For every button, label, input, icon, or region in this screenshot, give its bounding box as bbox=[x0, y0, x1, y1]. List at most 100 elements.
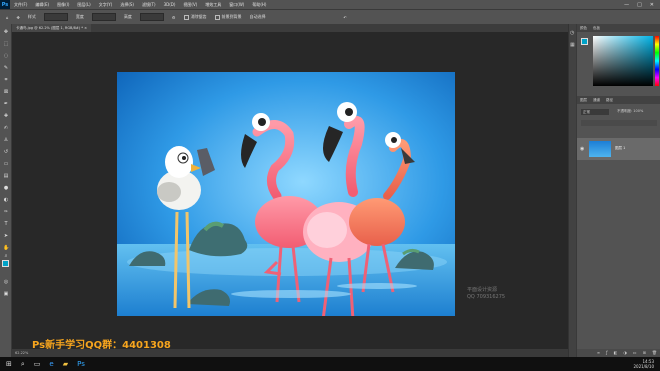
maximize-button[interactable]: □ bbox=[637, 2, 642, 8]
menu-plugins[interactable]: 增效工具 bbox=[205, 2, 221, 8]
layer-thumbnail bbox=[589, 141, 611, 157]
layer-row[interactable]: ◉ 图层 1 bbox=[577, 138, 660, 160]
zoom-icon[interactable]: ⌕ bbox=[3, 254, 9, 259]
start-button[interactable]: ⊞ bbox=[6, 360, 12, 368]
menu-window[interactable]: 窗口(W) bbox=[229, 2, 244, 8]
zoom-level[interactable]: 62.22% bbox=[15, 351, 28, 355]
menu-help[interactable]: 帮助(H) bbox=[252, 2, 266, 8]
color-panel-tabs: 颜色 色板 bbox=[577, 24, 660, 32]
folder-icon[interactable]: ▭ bbox=[633, 349, 637, 357]
option-height-label: 高度 bbox=[123, 14, 132, 19]
fx-icon[interactable]: ƒ bbox=[606, 349, 607, 357]
color-panel-foreground[interactable] bbox=[581, 38, 588, 45]
menu-image[interactable]: 图像(I) bbox=[57, 2, 69, 8]
quick-mask-icon[interactable]: ◎ bbox=[3, 280, 9, 285]
dodge-icon[interactable]: ◐ bbox=[3, 198, 9, 203]
windows-taskbar: ⊞ ⌕ ▭ e ▰ Ps 14:53 2021/8/10 bbox=[0, 357, 660, 371]
option-mode-select[interactable] bbox=[43, 13, 68, 21]
pen-icon[interactable]: ✑ bbox=[3, 210, 9, 215]
photoshop-logo: Ps bbox=[0, 0, 10, 9]
menu-select[interactable]: 选择(S) bbox=[120, 2, 134, 8]
mask-icon[interactable]: ◧ bbox=[614, 349, 618, 357]
stamp-icon[interactable]: ♙ bbox=[3, 138, 9, 143]
folder-icon[interactable]: ▰ bbox=[63, 360, 68, 368]
adjustment-icon[interactable]: ◑ bbox=[623, 349, 627, 357]
menu-view[interactable]: 视图(V) bbox=[183, 2, 197, 8]
photoshop-taskbar-icon[interactable]: Ps bbox=[77, 360, 85, 368]
screen-mode-icon[interactable]: ▣ bbox=[3, 292, 9, 297]
status-bar: 62.22% bbox=[12, 349, 568, 357]
watermark-line-2: QQ 709316275 bbox=[467, 294, 506, 300]
option-width-input[interactable] bbox=[91, 13, 116, 21]
tools-panel: ✥ ⬚ ◌ ✎ ⌗ ⊠ ✒ ✚ ✍ ♙ ↺ ▭ ▤ ● ◐ ✑ T ➤ ✋ ⌕ … bbox=[0, 24, 12, 357]
quick-select-icon[interactable]: ✎ bbox=[3, 66, 9, 71]
move-tool-icon[interactable]: ✥ bbox=[17, 15, 20, 20]
tab-swatches[interactable]: 色板 bbox=[593, 24, 600, 32]
option-height-input[interactable] bbox=[139, 13, 164, 21]
hand-icon[interactable]: ✋ bbox=[3, 246, 9, 251]
layers-panel-tabs: 图层 通道 路径 bbox=[577, 96, 660, 104]
menu-layer[interactable]: 图层(L) bbox=[77, 2, 90, 8]
frame-icon[interactable]: ⊠ bbox=[3, 90, 9, 95]
watermark: 平面设计资源 QQ 709316275 bbox=[467, 287, 505, 301]
brush-icon[interactable]: ✍ bbox=[3, 126, 9, 131]
opacity-control[interactable]: 不透明度: 100% bbox=[617, 109, 643, 114]
history-brush-icon[interactable]: ↺ bbox=[3, 150, 9, 155]
gradient-icon[interactable]: ▤ bbox=[3, 174, 9, 179]
link-icon[interactable]: ∞ bbox=[597, 349, 600, 357]
eyedropper-icon[interactable]: ✒ bbox=[3, 102, 9, 107]
undo-icon[interactable]: ↶ bbox=[344, 15, 347, 20]
tab-layers[interactable]: 图层 bbox=[580, 96, 587, 104]
blur-icon[interactable]: ● bbox=[3, 186, 9, 191]
collapsed-panel-dock: ◷ ▦ bbox=[568, 24, 576, 357]
menu-bar: Ps 文件(F) 编辑(E) 图像(I) 图层(L) 文字(Y) 选择(S) 滤… bbox=[0, 0, 660, 9]
watermark-line-1: 平面设计资源 bbox=[467, 287, 498, 293]
trash-icon[interactable]: 🗑 bbox=[652, 349, 657, 357]
menu-edit[interactable]: 编辑(E) bbox=[35, 2, 49, 8]
system-clock[interactable]: 14:53 2021/8/10 bbox=[633, 359, 660, 369]
minimize-button[interactable]: — bbox=[624, 2, 629, 8]
healing-icon[interactable]: ✚ bbox=[3, 114, 9, 119]
color-picker-field[interactable] bbox=[593, 36, 653, 86]
edge-icon[interactable]: e bbox=[49, 360, 53, 368]
tab-channels[interactable]: 通道 bbox=[593, 96, 600, 104]
artwork-image bbox=[117, 72, 455, 316]
type-icon[interactable]: T bbox=[3, 222, 9, 227]
menu-filter[interactable]: 滤镜(T) bbox=[142, 2, 156, 8]
search-icon[interactable]: ⌕ bbox=[21, 360, 25, 369]
auto-select-option[interactable]: 自动选择 bbox=[250, 14, 266, 20]
menu-type[interactable]: 文字(Y) bbox=[99, 2, 113, 8]
tab-color[interactable]: 颜色 bbox=[580, 24, 587, 32]
right-panels: 颜色 色板 图层 通道 路径 正常 不透明度: 100% ◉ 图层 1 ∞ ƒ … bbox=[576, 24, 660, 357]
clock-date: 2021/8/10 bbox=[633, 364, 654, 369]
crop-icon[interactable]: ⌗ bbox=[3, 78, 9, 83]
blend-mode-select[interactable]: 正常 bbox=[581, 109, 609, 115]
menu-3d[interactable]: 3D(D) bbox=[164, 2, 176, 7]
history-icon[interactable]: ◷ bbox=[570, 30, 574, 36]
move-icon[interactable]: ✥ bbox=[3, 30, 9, 35]
option-style-label: 样式 bbox=[27, 14, 36, 19]
menu-file[interactable]: 文件(F) bbox=[14, 2, 27, 8]
foreground-color-swatch[interactable] bbox=[2, 260, 9, 267]
hue-slider[interactable] bbox=[655, 36, 659, 86]
marquee-icon[interactable]: ⬚ bbox=[3, 42, 9, 47]
antialias-option[interactable]: 消除锯齿 bbox=[183, 14, 207, 20]
canvas-area[interactable]: 平面设计资源 QQ 709316275 bbox=[12, 32, 568, 349]
antialias-checkbox[interactable] bbox=[183, 14, 189, 20]
home-icon[interactable]: ⌂ bbox=[6, 15, 9, 20]
blend-checkbox[interactable] bbox=[214, 14, 220, 20]
lasso-icon[interactable]: ◌ bbox=[3, 54, 9, 59]
layer-name[interactable]: 图层 1 bbox=[615, 146, 625, 151]
properties-icon[interactable]: ▦ bbox=[570, 42, 575, 48]
task-view-icon[interactable]: ▭ bbox=[34, 360, 41, 368]
new-layer-icon[interactable]: ⊞ bbox=[643, 349, 646, 357]
eye-icon[interactable]: ◉ bbox=[580, 146, 584, 152]
document-tab[interactable]: 卡通鸟.jpg @ 62.2% (图层 1, RGB/8#) * × bbox=[12, 24, 92, 32]
path-select-icon[interactable]: ➤ bbox=[3, 234, 9, 239]
close-button[interactable]: ✕ bbox=[650, 2, 654, 8]
eraser-icon[interactable]: ▭ bbox=[3, 162, 9, 167]
tab-paths[interactable]: 路径 bbox=[606, 96, 613, 104]
gear-icon[interactable]: ⚙ bbox=[172, 15, 176, 20]
window-controls: — □ ✕ bbox=[624, 2, 660, 8]
blend-option[interactable]: 前景到背景 bbox=[214, 14, 242, 20]
